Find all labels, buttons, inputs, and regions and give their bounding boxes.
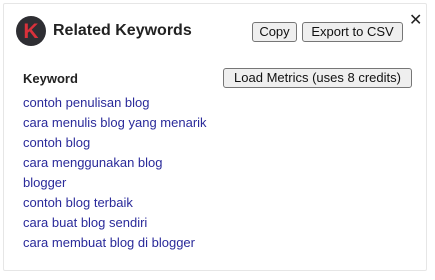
keyword-link[interactable]: cara buat blog sendiri (23, 213, 207, 233)
load-metrics-button[interactable]: Load Metrics (uses 8 credits) (223, 68, 412, 88)
export-csv-button[interactable]: Export to CSV (302, 22, 403, 42)
logo-letter: K (23, 20, 39, 43)
keywords-everywhere-logo-icon: K (16, 16, 46, 46)
keyword-link[interactable]: cara menggunakan blog (23, 153, 207, 173)
keyword-list: contoh penulisan blog cara menulis blog … (23, 93, 207, 253)
panel-title: Related Keywords (53, 22, 192, 39)
keyword-column-header: Keyword (23, 71, 78, 86)
keyword-link[interactable]: contoh penulisan blog (23, 93, 207, 113)
keyword-link[interactable]: contoh blog terbaik (23, 193, 207, 213)
close-icon[interactable]: ✕ (409, 13, 422, 29)
copy-button[interactable]: Copy (252, 22, 297, 42)
keyword-link[interactable]: blogger (23, 173, 207, 193)
keyword-link[interactable]: cara menulis blog yang menarik (23, 113, 207, 133)
related-keywords-panel: K Related Keywords Copy Export to CSV ✕ … (3, 3, 427, 271)
keyword-link[interactable]: cara membuat blog di blogger (23, 233, 207, 253)
keyword-link[interactable]: contoh blog (23, 133, 207, 153)
